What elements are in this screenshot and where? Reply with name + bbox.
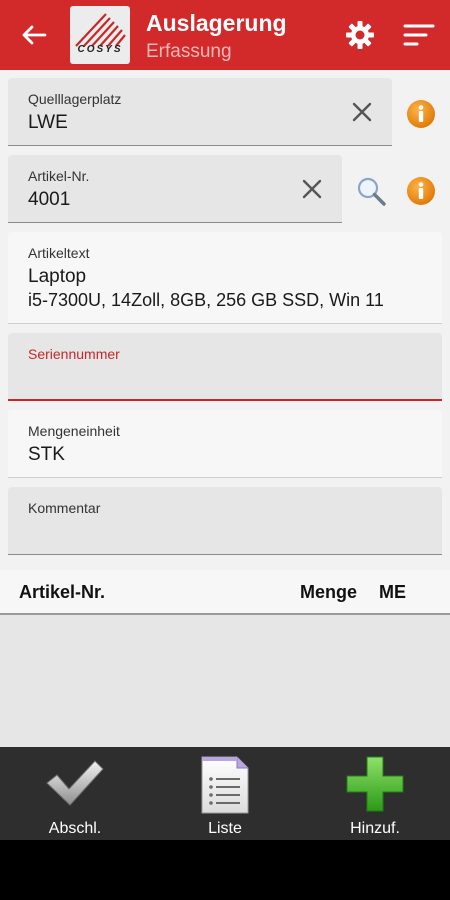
unit-value: STK (28, 444, 65, 465)
bottom-toolbar: Abschl. Liste Hinzuf. (0, 747, 450, 840)
article-number-label: Artikel-Nr. (28, 168, 90, 184)
plus-icon (346, 756, 404, 812)
page-title: Auslagerung (146, 10, 287, 36)
page-subtitle: Erfassung (146, 41, 232, 62)
clear-source-location-button[interactable] (349, 99, 375, 125)
arrow-left-icon (22, 25, 47, 45)
article-number-value[interactable]: 4001 (28, 189, 70, 211)
article-number-info-button[interactable] (406, 176, 436, 206)
back-button[interactable] (18, 20, 50, 50)
finish-button-label: Abschl. (48, 820, 102, 837)
article-text-line2: i5-7300U, 14Zoll, 8GB, 256 GB SSD, Win 1… (28, 290, 384, 310)
source-location-label: Quelllagerplatz (28, 91, 122, 107)
comment-label: Kommentar (28, 500, 101, 516)
gear-icon (346, 21, 374, 49)
info-icon (407, 100, 435, 128)
items-table-header: Artikel-Nr. Menge ME (0, 570, 450, 615)
column-header-article-number[interactable]: Artikel-Nr. (19, 582, 105, 603)
checkmark-icon (46, 760, 104, 806)
article-text-field: Artikeltext Laptop i5-7300U, 14Zoll, 8GB… (8, 232, 442, 324)
close-icon (352, 102, 372, 122)
document-list-icon (201, 756, 249, 814)
add-button-label: Hinzuf. (350, 820, 400, 837)
app-header: COSYS Auslagerung Erfassung (0, 0, 450, 70)
finish-button[interactable]: Abschl. (0, 747, 150, 840)
column-header-unit[interactable]: ME (379, 582, 406, 603)
source-location-info-button[interactable] (406, 99, 436, 129)
close-icon (302, 179, 322, 199)
article-text-label: Artikeltext (28, 245, 90, 261)
add-button[interactable]: Hinzuf. (300, 747, 450, 840)
sort-icon (403, 24, 435, 46)
logo-text: COSYS (77, 44, 123, 55)
article-text-line1: Laptop (28, 266, 87, 287)
info-icon (407, 177, 435, 205)
search-icon (357, 177, 386, 206)
company-logo: COSYS (70, 6, 130, 64)
list-button-label: Liste (208, 820, 242, 837)
comment-field[interactable]: Kommentar (8, 487, 442, 555)
list-button[interactable]: Liste (150, 747, 300, 840)
source-location-value[interactable]: LWE (28, 112, 68, 134)
serial-number-field[interactable]: Seriennummer (8, 333, 442, 401)
article-search-button[interactable] (355, 175, 387, 207)
source-location-field[interactable]: Quelllagerplatz LWE (8, 78, 392, 146)
serial-number-label: Seriennummer (28, 346, 120, 362)
items-table-body[interactable] (0, 615, 450, 747)
logo-graphic (75, 13, 126, 47)
unit-field: Mengeneinheit STK (8, 410, 442, 478)
settings-button[interactable] (344, 19, 376, 51)
app-screen: COSYS Auslagerung Erfassung Quelllagerpl… (0, 0, 450, 840)
clear-article-number-button[interactable] (299, 176, 325, 202)
article-number-field[interactable]: Artikel-Nr. 4001 (8, 155, 342, 223)
unit-label: Mengeneinheit (28, 423, 120, 439)
sort-menu-button[interactable] (402, 22, 436, 48)
column-header-quantity[interactable]: Menge (300, 582, 357, 603)
